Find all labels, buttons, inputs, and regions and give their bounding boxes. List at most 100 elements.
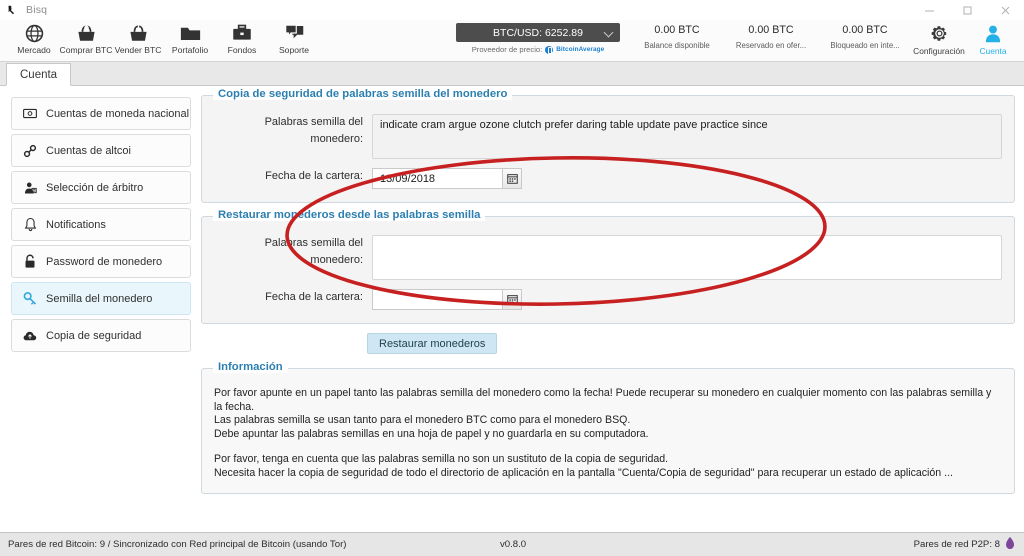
balance-locked: 0.00 BTC Bloqueado en inte... [818, 20, 912, 50]
seed-restore-group: Restaurar monederos desde las palabras s… [201, 209, 1015, 324]
bell-icon [23, 217, 37, 232]
info-paragraph-3: Debe apuntar las palabras semillas en un… [214, 427, 649, 440]
window-controls [910, 0, 1024, 20]
seed-words-label: Palabras semilla del monedero: [264, 116, 363, 145]
tab-strip: Cuenta [0, 62, 1024, 86]
chevron-down-icon [603, 27, 614, 38]
nav-label: Portafolio [171, 45, 209, 55]
price-provider-label: Proveedor de precio: [471, 45, 543, 54]
sidebar-item-label: Selección de árbitro [46, 181, 144, 194]
nav-label: Cuenta [979, 46, 1007, 56]
nav-item-fondos[interactable]: Fondos [216, 20, 268, 55]
bitcoinaverage-icon [545, 45, 554, 54]
sidebar-item-seleccion-arbitro[interactable]: Selección de árbitro [11, 171, 191, 204]
nav-item-soporte[interactable]: Soporte [268, 20, 320, 55]
nav-label: Vender BTC [114, 45, 162, 55]
bisq-logo-icon [6, 3, 20, 17]
nav-item-comprar-btc[interactable]: Comprar BTC [59, 20, 113, 55]
maximize-button[interactable] [948, 0, 986, 20]
window-title: Bisq [26, 4, 48, 16]
seed-backup-group: Copia de seguridad de palabras semilla d… [201, 88, 1015, 203]
calendar-icon[interactable] [502, 289, 522, 310]
price-provider: Proveedor de precio: BitcoinAverage [472, 45, 605, 54]
user-avatar-icon [984, 22, 1002, 44]
tab-cuenta[interactable]: Cuenta [6, 63, 72, 86]
title-bar: Bisq [0, 0, 1024, 20]
nav-label: Configuración [913, 46, 965, 56]
sidebar-item-label: Notifications [46, 218, 106, 231]
nav-item-vender-btc[interactable]: Vender BTC [112, 20, 164, 55]
sidebar-item-notifications[interactable]: Notifications [11, 208, 191, 241]
toolbar-right-cluster: BTC/USD: 6252.89 Proveedor de precio: Bi… [456, 20, 1024, 61]
minimize-button[interactable] [910, 0, 948, 20]
sidebar-item-cuentas-altcoin[interactable]: Cuentas de altcoi [11, 134, 191, 167]
restore-date-picker [372, 289, 522, 310]
close-button[interactable] [986, 0, 1024, 20]
restore-date-row: Fecha de la cartera: [214, 289, 1002, 310]
restore-date-label: Fecha de la cartera: [265, 291, 363, 303]
calendar-icon[interactable] [502, 168, 522, 189]
info-body: Por favor apunte en un papel tanto las p… [214, 387, 1002, 480]
status-version: v0.8.0 [500, 539, 527, 550]
nav-item-configuracion[interactable]: Configuración [912, 20, 966, 56]
bisq-app-window: Bisq Mercado Comprar BTC Vender BTC Port… [0, 0, 1024, 556]
tab-label: Cuenta [20, 68, 58, 81]
balance-value: 0.00 BTC [748, 24, 794, 36]
seed-words-field[interactable]: indicate cram argue ozone clutch prefer … [372, 114, 1002, 159]
restore-date-input[interactable] [372, 289, 502, 310]
restore-seed-row: Palabras semilla del monedero: [214, 235, 1002, 280]
account-content-pane: Copia de seguridad de palabras semilla d… [200, 86, 1024, 532]
wallet-date-input[interactable]: 13/09/2018 [372, 168, 502, 189]
nav-item-cuenta[interactable]: Cuenta [966, 20, 1020, 56]
arbitrator-icon [23, 181, 37, 195]
restore-wallets-button[interactable]: Restaurar monederos [367, 333, 498, 354]
nav-label: Fondos [227, 45, 257, 55]
account-sidebar: Cuentas de moneda nacional Cuentas de al… [0, 86, 200, 532]
price-label: BTC/USD: 6252.89 [493, 26, 583, 39]
briefcase-icon [232, 22, 252, 44]
info-title: Información [213, 361, 288, 373]
banknote-icon [23, 108, 37, 119]
chat-icon [284, 22, 305, 44]
balance-reserved: 0.00 BTC Reservado en ofer... [724, 20, 818, 50]
status-bar: Pares de red Bitcoin: 9 / Sincronizado c… [0, 532, 1024, 556]
price-selector[interactable]: BTC/USD: 6252.89 [456, 23, 620, 42]
info-paragraph-2: Las palabras semilla se usan tanto para … [214, 414, 631, 426]
main-body: Cuentas de moneda nacional Cuentas de al… [0, 86, 1024, 532]
wallet-date-row: Fecha de la cartera: 13/09/2018 [214, 168, 1002, 189]
sidebar-item-label: Cuentas de altcoi [46, 144, 131, 157]
wallet-date-picker: 13/09/2018 [372, 168, 522, 189]
info-paragraph-5: Necesita hacer la copia de seguridad de … [214, 466, 953, 479]
nav-item-mercado[interactable]: Mercado [8, 20, 60, 55]
status-p2p-label: Pares de red P2P: 8 [913, 539, 1000, 550]
gear-icon [930, 22, 949, 44]
sidebar-item-semilla-monedero[interactable]: Semilla del monedero [11, 282, 191, 315]
seed-backup-title: Copia de seguridad de palabras semilla d… [213, 88, 513, 100]
price-feed-block: BTC/USD: 6252.89 Proveedor de precio: Bi… [456, 20, 620, 54]
status-p2p: Pares de red P2P: 8 [914, 536, 1016, 553]
key-icon [23, 291, 37, 306]
balance-label: Bloqueado en inte... [830, 41, 900, 50]
balance-label: Reservado en ofer... [735, 41, 807, 50]
folder-icon [180, 22, 201, 44]
sidebar-item-password-monedero[interactable]: Password de monedero [11, 245, 191, 278]
sidebar-item-cuentas-moneda-nacional[interactable]: Cuentas de moneda nacional [11, 97, 191, 130]
restore-seed-label: Palabras semilla del monedero: [264, 237, 363, 266]
status-bitcoin-network: Pares de red Bitcoin: 9 / Sincronizado c… [8, 539, 347, 550]
sidebar-item-label: Cuentas de moneda nacional [46, 107, 190, 120]
balance-available: 0.00 BTC Balance disponible [630, 20, 724, 50]
sell-btc-icon [128, 22, 149, 44]
balance-label: Balance disponible [644, 41, 710, 50]
nav-item-portafolio[interactable]: Portafolio [164, 20, 216, 55]
sidebar-item-label: Password de monedero [46, 255, 163, 268]
sidebar-item-copia-de-seguridad[interactable]: Copia de seguridad [11, 319, 191, 352]
tor-onion-icon [1004, 536, 1016, 553]
restore-seed-field[interactable] [372, 235, 1002, 280]
nav-label: Mercado [17, 45, 51, 55]
info-paragraph-1: Por favor apunte en un papel tanto las p… [214, 387, 992, 413]
nav-label: Comprar BTC [59, 45, 113, 55]
chain-link-icon [23, 144, 37, 158]
toolbar-nav: Mercado Comprar BTC Vender BTC Portafoli… [0, 20, 320, 61]
main-toolbar: Mercado Comprar BTC Vender BTC Portafoli… [0, 20, 1024, 62]
